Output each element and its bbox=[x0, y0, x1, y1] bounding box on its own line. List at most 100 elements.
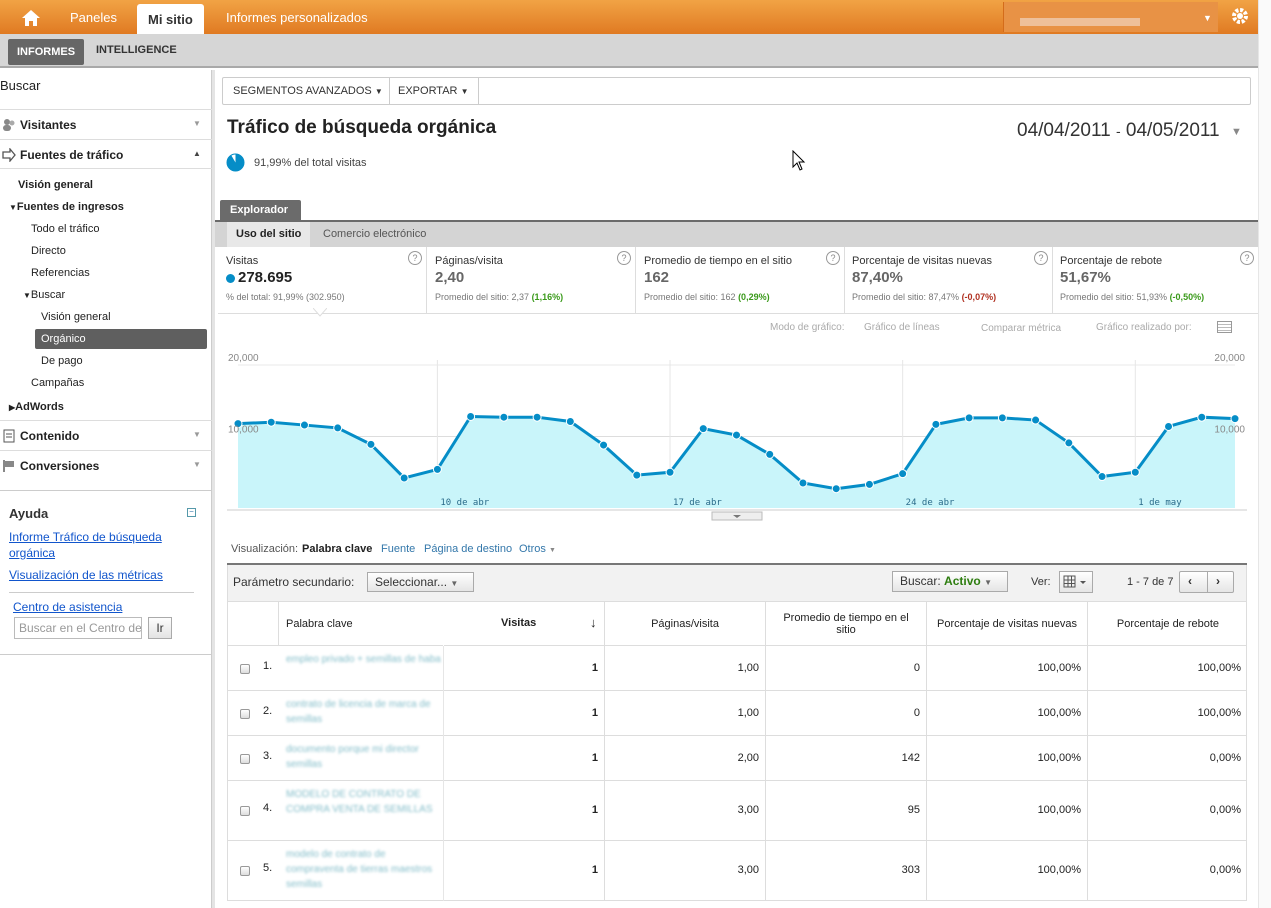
tab-comercio-electronico[interactable]: Comercio electrónico bbox=[323, 228, 426, 240]
keyword-cell[interactable]: documento porque mi director semillas bbox=[286, 742, 446, 772]
help-search-input[interactable]: Buscar en el Centro de asistencia bbox=[14, 617, 142, 639]
sidebar-item-adwords[interactable]: ▶AdWords bbox=[9, 401, 64, 413]
sidebar-item-directo[interactable]: Directo bbox=[31, 245, 66, 257]
data-point bbox=[732, 430, 741, 440]
sidebar-item-todo-trafico[interactable]: Todo el tráfico bbox=[31, 223, 99, 235]
sidebar-search-label[interactable]: Buscar bbox=[0, 78, 40, 93]
viz-fuente[interactable]: Fuente bbox=[381, 543, 415, 555]
metric-rebote[interactable]: Porcentaje de rebote 51,67% Promedio del… bbox=[1052, 247, 1258, 314]
th-avg-time[interactable]: Promedio de tiempo en el sitio bbox=[765, 602, 926, 646]
viz-pagina-destino[interactable]: Página de destino bbox=[424, 543, 512, 555]
advanced-segments-button[interactable]: SEGMENTOS AVANZADOS ▼ bbox=[233, 85, 383, 97]
account-name-redacted bbox=[1020, 18, 1140, 26]
export-button[interactable]: EXPORTAR ▼ bbox=[398, 85, 468, 97]
help-icon[interactable]: ? bbox=[1034, 251, 1048, 265]
percent-of-total: 91,99% del total visitas bbox=[254, 157, 367, 169]
keyword-cell[interactable]: empleo privado + semillas de haba bbox=[286, 652, 446, 667]
row-checkbox[interactable] bbox=[240, 806, 250, 816]
sidebar-item-buscar[interactable]: ▼Buscar bbox=[23, 289, 65, 301]
sidebar-item-referencias[interactable]: Referencias bbox=[31, 267, 90, 279]
gear-icon[interactable] bbox=[1222, 2, 1258, 32]
data-point bbox=[1031, 415, 1041, 425]
th-pages-visit[interactable]: Páginas/visita bbox=[604, 602, 765, 646]
account-selector[interactable] bbox=[1003, 2, 1218, 32]
tab-mi-sitio[interactable]: Mi sitio bbox=[137, 4, 204, 34]
date-separator: - bbox=[1115, 123, 1121, 139]
data-point bbox=[399, 473, 409, 483]
date-range-picker[interactable]: 04/04/2011 - 04/05/2011 bbox=[1017, 120, 1220, 142]
th-keyword[interactable]: Palabra clave bbox=[278, 602, 443, 646]
secondary-dimension-select[interactable]: Seleccionar... ▼ bbox=[367, 572, 474, 592]
sidebar-item-buscar-vision-general[interactable]: Visión general bbox=[41, 311, 111, 323]
data-point bbox=[798, 478, 808, 488]
page-scrollbar[interactable] bbox=[1258, 0, 1271, 908]
chevron-down-icon: ▼ bbox=[450, 579, 459, 588]
help-center-link[interactable]: Centro de asistencia bbox=[13, 599, 122, 615]
row-checkbox[interactable] bbox=[240, 754, 250, 764]
data-point bbox=[931, 419, 941, 429]
viz-palabra-clave[interactable]: Palabra clave bbox=[302, 543, 372, 555]
y-tick-label: 10,000 bbox=[228, 425, 259, 436]
row-number: 2. bbox=[263, 705, 273, 717]
chart-mode-select[interactable]: Gráfico de líneas bbox=[864, 322, 940, 333]
tab-intelligence[interactable]: INTELLIGENCE bbox=[96, 44, 177, 56]
table-row[interactable]: 4. MODELO DE CONTRATO DE COMPRA VENTA DE … bbox=[227, 781, 1247, 841]
home-icon[interactable] bbox=[14, 7, 48, 29]
sidebar-section-visitantes[interactable]: Visitantes ▼ bbox=[0, 109, 212, 139]
sidebar-item-de-pago[interactable]: De pago bbox=[41, 355, 83, 367]
row-checkbox[interactable] bbox=[240, 866, 250, 876]
prev-page-icon[interactable]: ‹ bbox=[1188, 574, 1192, 588]
table-row[interactable]: 1. empleo privado + semillas de haba 1 1,00… bbox=[227, 646, 1247, 691]
keyword-cell[interactable]: MODELO DE CONTRATO DE COMPRA VENTA DE SE… bbox=[286, 787, 446, 817]
chart-type-icon[interactable] bbox=[1217, 321, 1232, 333]
help-icon[interactable]: ? bbox=[617, 251, 631, 265]
help-icon[interactable]: ? bbox=[1240, 251, 1254, 265]
new-visits-cell: 100,00% bbox=[1037, 707, 1081, 719]
x-tick-label: 1 de may bbox=[1138, 498, 1182, 508]
row-number: 1. bbox=[263, 660, 273, 672]
sidebar-section-fuentes[interactable]: Fuentes de tráfico ▲ bbox=[0, 139, 212, 169]
sidebar-section-contenido[interactable]: Contenido ▼ bbox=[0, 420, 212, 450]
table-row[interactable]: 2. contrato de licencia de marca de semil… bbox=[227, 691, 1247, 736]
metric-visitas[interactable]: Visitas 278.695 % del total: 91,99% (302… bbox=[218, 247, 427, 314]
sidebar-item-fuentes-ingresos[interactable]: ▼Fuentes de ingresos bbox=[9, 201, 124, 213]
tab-informes-personalizados[interactable]: Informes personalizados bbox=[226, 10, 368, 25]
keyword-cell[interactable]: contrato de licencia de marca de semilla… bbox=[286, 697, 446, 727]
data-point bbox=[964, 413, 974, 423]
compare-metric-button[interactable]: Comparar métrica bbox=[981, 323, 1061, 334]
help-go-button[interactable]: Ir bbox=[148, 617, 172, 639]
help-link-metrics[interactable]: Visualización de las métricas bbox=[9, 567, 163, 583]
th-bounce[interactable]: Porcentaje de rebote bbox=[1087, 602, 1248, 646]
sidebar-section-conversiones[interactable]: Conversiones ▼ bbox=[0, 450, 212, 480]
help-link-report[interactable]: Informe Tráfico de búsqueda orgánica bbox=[9, 529, 199, 561]
viz-otros[interactable]: Otros ▼ bbox=[519, 543, 556, 555]
divider bbox=[478, 78, 479, 104]
sidebar-item-vision-general[interactable]: Visión general bbox=[18, 179, 93, 191]
secondary-nav-bar: INFORMES INTELLIGENCE bbox=[0, 34, 1258, 68]
tab-explorador[interactable]: Explorador bbox=[220, 200, 301, 221]
help-icon[interactable]: ? bbox=[826, 251, 840, 265]
row-number: 4. bbox=[263, 802, 273, 814]
chevron-down-icon[interactable]: ▼ bbox=[1203, 13, 1212, 23]
table-row[interactable]: 3. documento porque mi director semillas 1… bbox=[227, 736, 1247, 781]
th-new-visits[interactable]: Porcentaje de visitas nuevas bbox=[926, 602, 1087, 646]
tab-informes[interactable]: INFORMES bbox=[8, 39, 85, 65]
sidebar-item-organico[interactable]: Orgánico bbox=[35, 329, 207, 349]
minimize-icon[interactable]: − bbox=[187, 508, 196, 517]
tab-uso-del-sitio[interactable]: Uso del sitio bbox=[227, 222, 311, 247]
sidebar-item-campanas[interactable]: Campañas bbox=[31, 377, 84, 389]
th-visits[interactable]: Visitas ↓ bbox=[443, 602, 604, 646]
next-page-icon[interactable]: › bbox=[1216, 574, 1220, 588]
search-toggle[interactable]: Buscar: Activo ▼ bbox=[892, 571, 1008, 592]
chevron-down-icon[interactable]: ▼ bbox=[1231, 126, 1242, 138]
help-icon[interactable]: ? bbox=[408, 251, 422, 265]
row-checkbox[interactable] bbox=[240, 664, 250, 674]
tab-paneles[interactable]: Paneles bbox=[70, 10, 117, 25]
metric-paginas-visita[interactable]: Páginas/visita 2,40 Promedio del sitio: … bbox=[427, 247, 636, 314]
table-view-icon[interactable] bbox=[1059, 571, 1093, 593]
table-row[interactable]: 5. modelo de contrato de compraventa de t… bbox=[227, 841, 1247, 901]
keyword-cell[interactable]: modelo de contrato de compraventa de tie… bbox=[286, 847, 446, 892]
metric-visitas-nuevas[interactable]: Porcentaje de visitas nuevas 87,40% Prom… bbox=[844, 247, 1053, 314]
row-checkbox[interactable] bbox=[240, 709, 250, 719]
metric-tiempo[interactable]: Promedio de tiempo en el sitio 162 Prome… bbox=[636, 247, 845, 314]
